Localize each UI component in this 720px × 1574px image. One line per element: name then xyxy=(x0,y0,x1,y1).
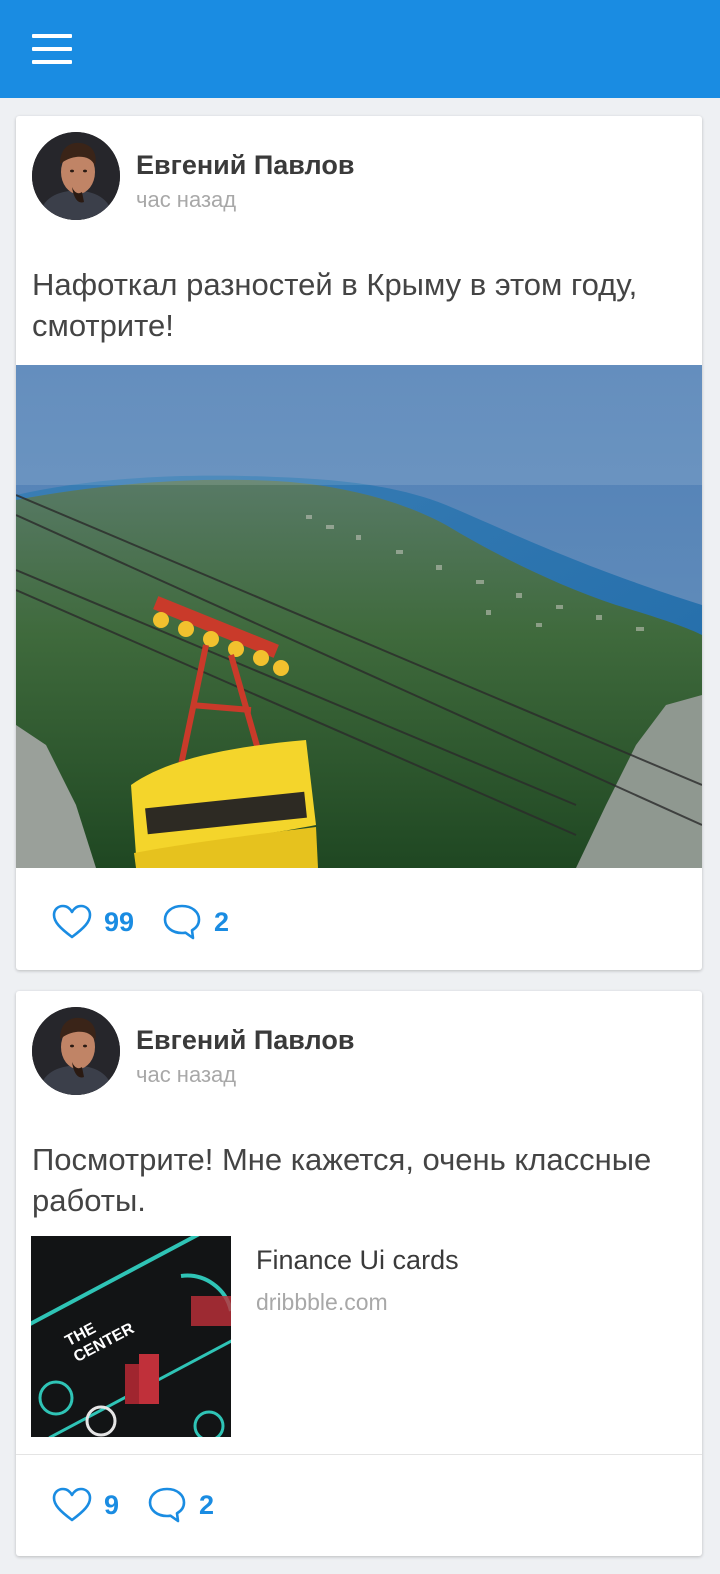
post-photo[interactable] xyxy=(16,365,702,868)
like-count: 99 xyxy=(104,906,135,937)
link-domain: dribbble.com xyxy=(256,1289,388,1315)
like-button[interactable]: 99 xyxy=(52,904,134,940)
post-card: Евгений Павлов час назад Нафоткал разнос… xyxy=(16,116,702,970)
author-name[interactable]: Евгений Павлов xyxy=(136,150,354,181)
post-actions: 9 2 xyxy=(52,1483,242,1527)
like-count: 9 xyxy=(104,1489,120,1520)
comment-count: 2 xyxy=(199,1489,215,1520)
post-text: Нафоткал разностей в Крыму в этом году, … xyxy=(32,267,638,343)
avatar[interactable] xyxy=(32,132,120,220)
link-title[interactable]: Finance Ui cards xyxy=(256,1245,459,1276)
avatar[interactable] xyxy=(32,1007,120,1095)
post-actions: 99 2 xyxy=(52,900,257,944)
top-app-bar xyxy=(0,0,720,98)
divider xyxy=(16,1454,702,1455)
heart-icon xyxy=(52,904,92,940)
author-name[interactable]: Евгений Павлов xyxy=(136,1025,354,1056)
post-time: час назад xyxy=(136,187,237,212)
post-card: Евгений Павлов час назад Посмотрите! Мне… xyxy=(16,991,702,1556)
post-text: Посмотрите! Мне кажется, очень классные … xyxy=(32,1142,652,1218)
post-time: час назад xyxy=(136,1062,237,1087)
comment-icon xyxy=(162,903,202,941)
like-button[interactable]: 9 xyxy=(52,1487,119,1523)
hamburger-menu-icon[interactable] xyxy=(26,27,78,71)
comment-icon xyxy=(147,1486,187,1524)
comment-button[interactable]: 2 xyxy=(147,1486,214,1524)
comment-count: 2 xyxy=(214,906,230,937)
comment-button[interactable]: 2 xyxy=(162,903,229,941)
heart-icon xyxy=(52,1487,92,1523)
link-thumbnail[interactable]: THE CENTER xyxy=(31,1236,231,1437)
